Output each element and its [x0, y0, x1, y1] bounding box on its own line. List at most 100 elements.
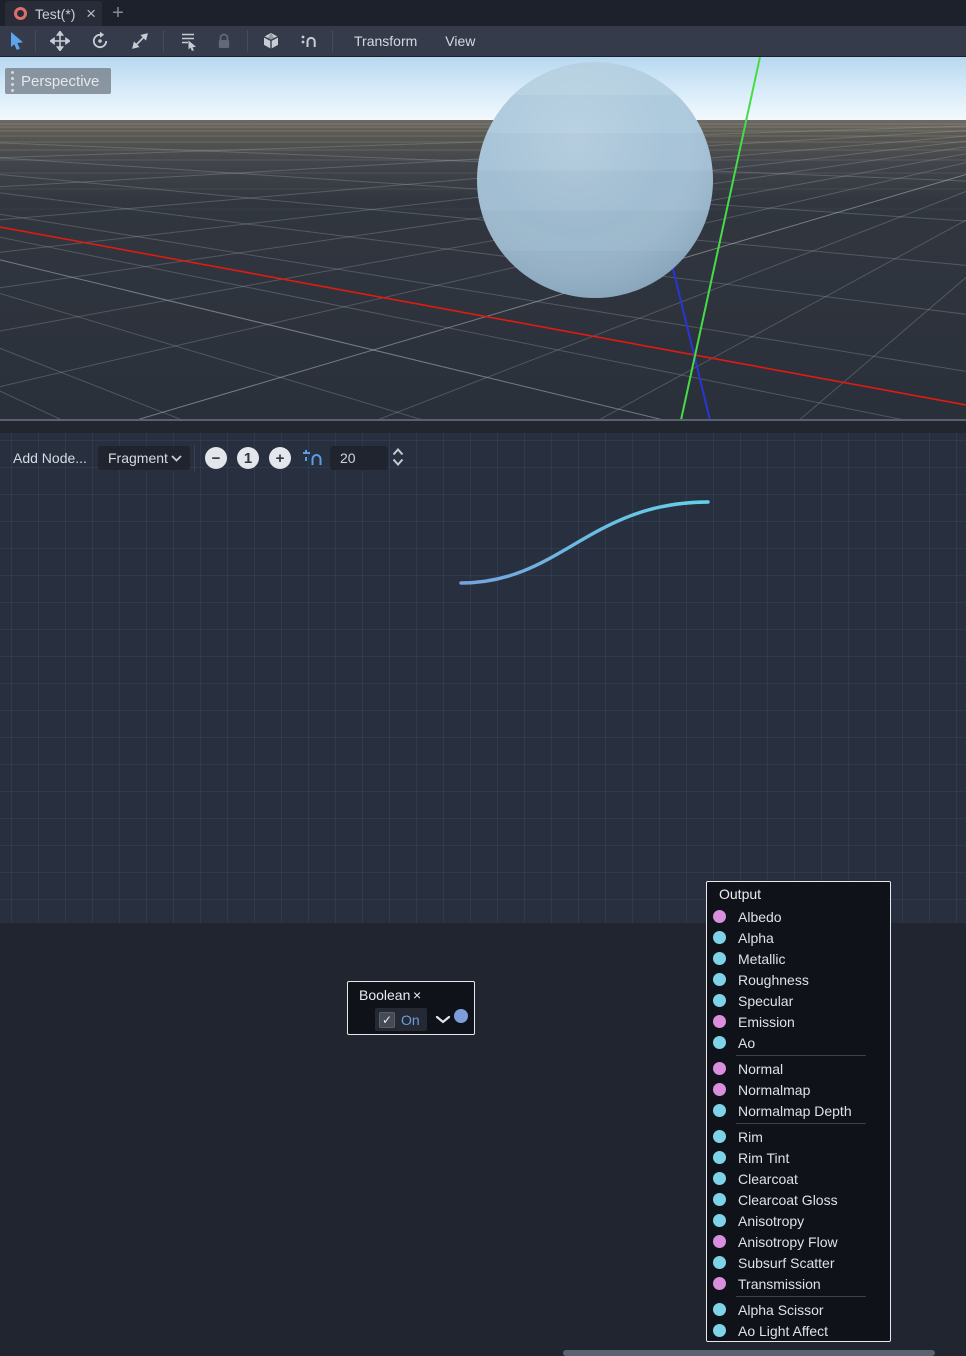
port-dot[interactable]	[713, 1303, 726, 1316]
3d-viewport[interactable]: Perspective	[0, 57, 966, 419]
toolbar-separator	[35, 30, 36, 52]
graph-horizontal-scrollbar[interactable]	[563, 1350, 935, 1356]
visual-shader-graph[interactable]: Add Node... Fragment − 1 + 20 Boolean	[0, 433, 966, 923]
local-space-button[interactable]	[256, 28, 286, 54]
scene-tab-label: Test(*)	[35, 6, 86, 22]
port-label: Specular	[738, 993, 793, 1009]
new-tab-button[interactable]: +	[106, 0, 130, 26]
boolean-output-port-dot[interactable]	[454, 1009, 468, 1023]
port-dot[interactable]	[713, 1172, 726, 1185]
lock-icon	[215, 32, 233, 50]
output-port-row: Rim	[707, 1126, 890, 1147]
zoom-in-button[interactable]: +	[269, 447, 291, 469]
zoom-out-button[interactable]: −	[205, 447, 227, 469]
port-label: Transmission	[738, 1276, 821, 1292]
port-dot[interactable]	[713, 952, 726, 965]
lock-button[interactable]	[209, 28, 239, 54]
port-dot[interactable]	[713, 1324, 726, 1337]
close-icon[interactable]: ×	[413, 988, 467, 1002]
scale-tool-button[interactable]	[125, 28, 155, 54]
output-node[interactable]: Output AlbedoAlphaMetallicRoughnessSpecu…	[706, 881, 891, 1342]
perspective-menu-button[interactable]: Perspective	[5, 68, 111, 94]
view-menu[interactable]: View	[431, 28, 489, 54]
wire-layer	[0, 433, 966, 923]
graph-toolbar-separator	[194, 445, 195, 471]
sky	[0, 57, 966, 121]
output-port-row: Normal	[707, 1058, 890, 1079]
boolean-value-box: ✓ On	[375, 1008, 427, 1031]
port-label: Alpha Scissor	[738, 1302, 824, 1318]
spinner-down-icon	[392, 458, 404, 466]
output-port-row: Subsurf Scatter	[707, 1252, 890, 1273]
port-dot[interactable]	[713, 1193, 726, 1206]
output-port-row: Metallic	[707, 948, 890, 969]
rotate-tool-button[interactable]	[85, 28, 115, 54]
list-select-tool-button[interactable]	[173, 28, 203, 54]
port-dot[interactable]	[713, 1130, 726, 1143]
chevron-down-icon	[171, 455, 182, 462]
snap-step-value: 20	[340, 450, 356, 466]
port-dot[interactable]	[713, 1036, 726, 1049]
port-label: Rim Tint	[738, 1150, 789, 1166]
viewport-render	[0, 57, 966, 419]
grid-snap-icon	[302, 447, 324, 469]
port-dot[interactable]	[713, 1104, 726, 1117]
port-dot[interactable]	[713, 1151, 726, 1164]
zoom-reset-button[interactable]: 1	[237, 447, 259, 469]
transform-menu[interactable]: Transform	[340, 28, 431, 54]
boolean-node-title: Boolean	[359, 987, 413, 1003]
tab-close-icon[interactable]: ×	[86, 5, 96, 22]
output-node-title: Output	[707, 882, 890, 906]
sphere-mesh[interactable]	[477, 62, 713, 298]
select-arrow-icon	[7, 31, 27, 51]
boolean-node-titlebar[interactable]: Boolean ×	[348, 982, 474, 1007]
output-port-row: Clearcoat	[707, 1168, 890, 1189]
spinner-up-icon	[392, 448, 404, 456]
port-dot[interactable]	[713, 973, 726, 986]
port-dot[interactable]	[713, 1214, 726, 1227]
snap-step-spinner[interactable]	[392, 448, 404, 466]
select-tool-button[interactable]	[2, 28, 32, 54]
port-label: Normalmap Depth	[738, 1103, 852, 1119]
output-port-row: Roughness	[707, 969, 890, 990]
snap-toggle-button[interactable]	[294, 28, 324, 54]
output-port-row: Specular	[707, 990, 890, 1011]
boolean-node[interactable]: Boolean × ✓ On	[347, 981, 475, 1035]
panel-splitter[interactable]	[0, 419, 966, 433]
connection-wire[interactable]	[461, 502, 708, 583]
output-port-row: Ao	[707, 1032, 890, 1053]
expand-chevron-icon[interactable]	[435, 1015, 451, 1024]
port-label: Alpha	[738, 930, 774, 946]
port-dot[interactable]	[713, 910, 726, 923]
port-dot[interactable]	[713, 994, 726, 1007]
port-dot[interactable]	[713, 1277, 726, 1290]
move-icon	[50, 31, 70, 51]
port-dot[interactable]	[713, 1062, 726, 1075]
scene-tab-active[interactable]: Test(*) ×	[5, 1, 102, 26]
port-label: Emission	[738, 1014, 795, 1030]
shader-stage-dropdown[interactable]: Fragment	[98, 446, 190, 470]
output-ports: AlbedoAlphaMetallicRoughnessSpecularEmis…	[707, 906, 890, 1341]
perspective-label: Perspective	[21, 73, 99, 90]
boolean-checkbox[interactable]: ✓	[379, 1012, 395, 1028]
output-port-row: Emission	[707, 1011, 890, 1032]
port-label: Subsurf Scatter	[738, 1255, 835, 1271]
port-dot[interactable]	[713, 1256, 726, 1269]
output-port-row: Normalmap	[707, 1079, 890, 1100]
grip-dots-icon	[11, 71, 14, 92]
output-port-row: Alpha Scissor	[707, 1299, 890, 1320]
move-tool-button[interactable]	[45, 28, 75, 54]
port-label: Ao	[738, 1035, 755, 1051]
snap-step-field[interactable]: 20	[330, 446, 388, 470]
port-dot[interactable]	[713, 1235, 726, 1248]
shader-resource-icon	[14, 7, 27, 20]
port-dot[interactable]	[713, 1083, 726, 1096]
grid-snap-toggle[interactable]	[302, 447, 324, 474]
port-label: Clearcoat Gloss	[738, 1192, 838, 1208]
add-node-button[interactable]: Add Node...	[13, 450, 87, 466]
port-dot[interactable]	[713, 1015, 726, 1028]
boolean-value-label: On	[401, 1012, 420, 1028]
port-dot[interactable]	[713, 931, 726, 944]
port-label: Roughness	[738, 972, 809, 988]
output-port-row: Rim Tint	[707, 1147, 890, 1168]
